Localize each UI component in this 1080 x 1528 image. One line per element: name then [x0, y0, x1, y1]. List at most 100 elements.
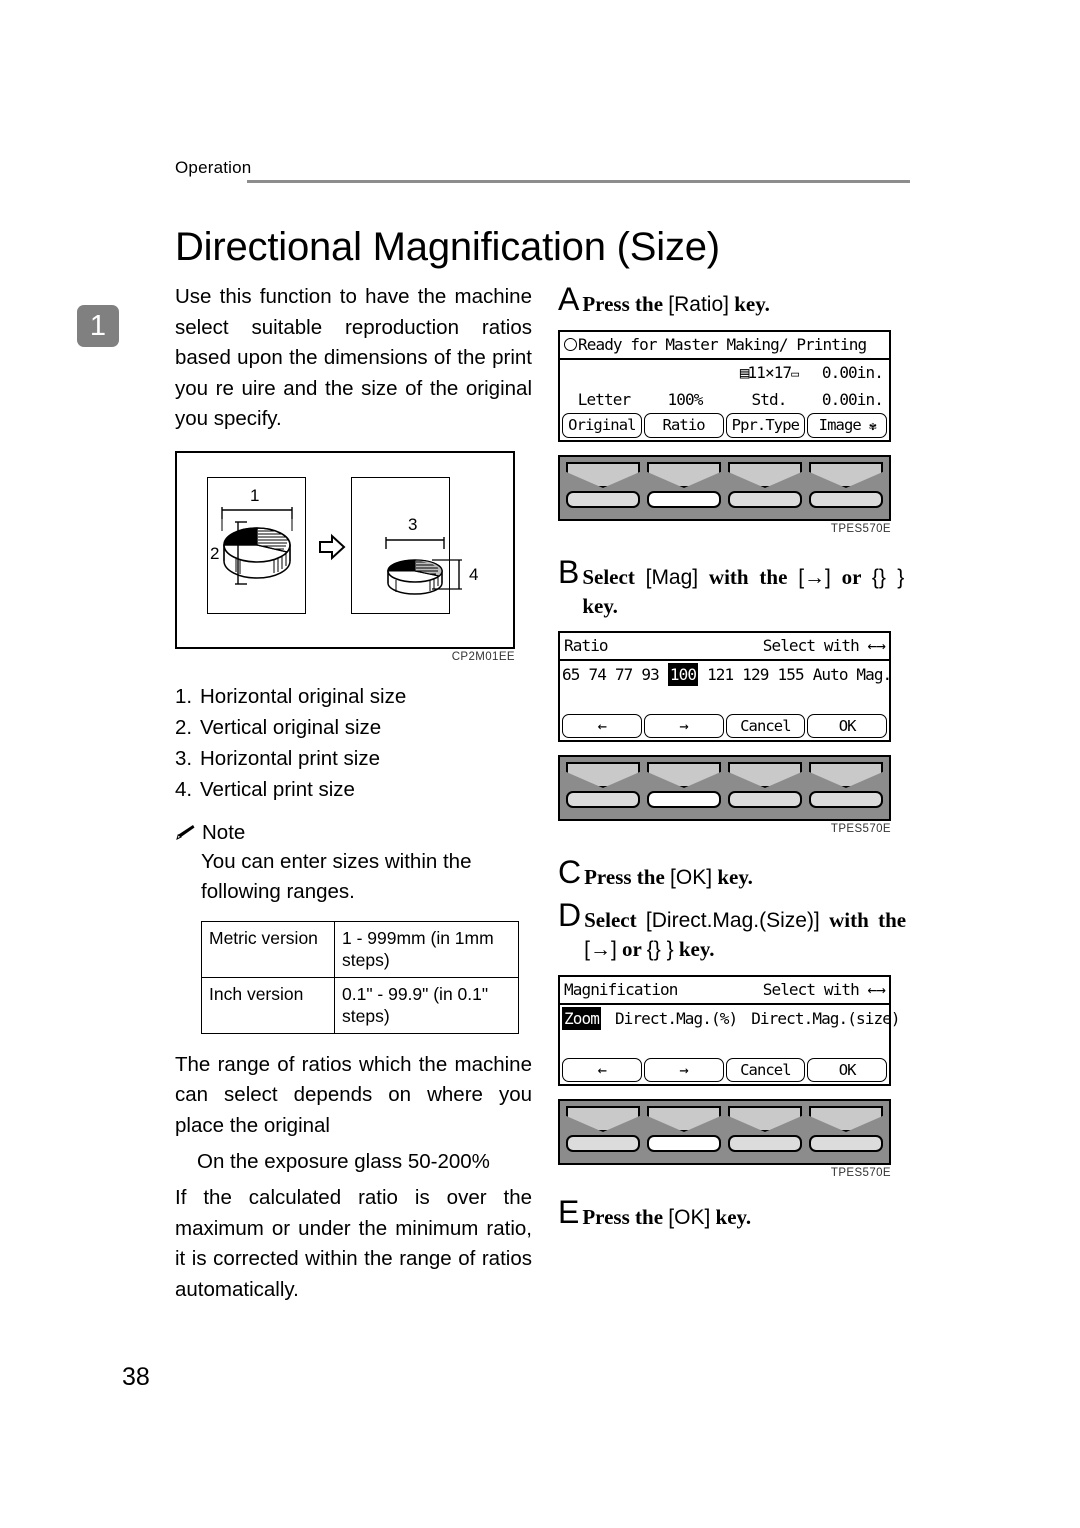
screen-d-caption: TPES570E: [830, 1167, 891, 1179]
hardware-key-4[interactable]: [808, 1106, 884, 1152]
hardware-key-1[interactable]: [565, 762, 641, 808]
hardware-button-active[interactable]: [647, 491, 721, 508]
left-column: Use this function to have the machine se…: [175, 282, 532, 1311]
note-label: Note: [202, 820, 246, 844]
ratio-option-129[interactable]: 129: [742, 663, 769, 686]
chevron-down-icon: [566, 462, 640, 488]
hardware-button[interactable]: [566, 791, 640, 808]
ratio-option-100-selected[interactable]: 100: [667, 663, 699, 686]
paragraph-corrected: If the calculated ratio is over the maxi…: [175, 1186, 532, 1301]
softkey-right-arrow[interactable]: →: [643, 1058, 724, 1082]
ratio-option-auto-mag[interactable]: Auto Mag.: [813, 663, 893, 686]
hardware-key-3[interactable]: [727, 462, 803, 508]
step-c-key: [OK]: [670, 866, 713, 889]
hardware-button[interactable]: [809, 791, 883, 808]
softkey-cancel[interactable]: Cancel: [725, 714, 806, 738]
chevron-down-icon: [809, 462, 883, 488]
lcd-magnification-title: Magnification: [564, 980, 678, 999]
step-e-instruction: Press the [OK] key.: [582, 1199, 751, 1232]
softkey-ok[interactable]: OK: [807, 714, 887, 738]
chevron-down-icon: [809, 1106, 883, 1132]
step-c-text-pre: Press the: [584, 865, 671, 889]
hardware-key-2[interactable]: [646, 762, 722, 808]
step-d: D Select [Direct.Mag.(Size)] with the [→…: [558, 899, 918, 964]
hardware-button[interactable]: [809, 1135, 883, 1152]
hardware-button[interactable]: [728, 1135, 802, 1152]
lcd-cell-r1c1: [560, 360, 648, 387]
magnification-option-direct-mag-size[interactable]: Direct.Mag.(size): [751, 1007, 900, 1030]
softkey-ok[interactable]: OK: [807, 1058, 887, 1082]
ratio-option-155[interactable]: 155: [777, 663, 804, 686]
intro-paragraph: Use this function to have the machine se…: [175, 285, 532, 430]
chevron-down-icon: [566, 762, 640, 788]
hardware-key-2[interactable]: [646, 1106, 722, 1152]
chevron-down-icon: [647, 462, 721, 488]
step-a: A Press the [Ratio] key.: [558, 281, 918, 319]
lcd-ratio-title: Ratio: [564, 636, 609, 655]
hardware-button[interactable]: [566, 491, 640, 508]
figure-graphics: [221, 506, 462, 595]
table-row: Inch version 0.1" - 99.9" (in 0.1" steps…: [201, 976, 519, 1034]
ratio-option-121[interactable]: 121: [707, 663, 734, 686]
softkey-ratio[interactable]: Ratio: [643, 413, 724, 438]
softkey-ppr-type[interactable]: Ppr.Type: [725, 413, 806, 438]
list-item: 4. Vertical print size: [175, 774, 532, 805]
hardware-key-1[interactable]: [565, 462, 641, 508]
softkey-cancel[interactable]: Cancel: [725, 1058, 806, 1082]
step-a-text-pre: Press the: [582, 292, 669, 316]
step-a-instruction: Press the [Ratio] key.: [582, 286, 769, 319]
chevron-down-icon: [647, 1106, 721, 1132]
list-item: 1. Horizontal original size: [175, 681, 532, 712]
figure-directional-magnification: 1 2 3 4: [175, 450, 515, 649]
lcd-cell-ratio-value: 100%: [667, 390, 704, 409]
softkey-image[interactable]: Image ✾: [807, 413, 887, 438]
chevron-down-icon: [728, 462, 802, 488]
figure-callout-2: 2: [210, 543, 220, 563]
hardware-key-3[interactable]: [727, 762, 803, 808]
step-d-key3: {} }: [646, 938, 674, 961]
softkey-left-arrow[interactable]: ←: [562, 714, 642, 738]
hardware-key-1[interactable]: [565, 1106, 641, 1152]
hardware-button-active[interactable]: [647, 1135, 721, 1152]
step-letter-a: A: [558, 281, 580, 317]
step-c-text-post: key.: [712, 865, 753, 889]
hardware-key-3[interactable]: [727, 1106, 803, 1152]
hardware-key-4[interactable]: [808, 762, 884, 808]
magnification-option-direct-mag-percent[interactable]: Direct.Mag.(%): [615, 1007, 738, 1030]
step-a-text-post: key.: [728, 292, 770, 316]
legend-number: 4.: [175, 777, 193, 801]
softkey-original[interactable]: Original: [562, 413, 642, 438]
lcd-softkey-row: Original Ratio Ppr.Type Image ✾: [560, 412, 889, 440]
hardware-button[interactable]: [566, 1135, 640, 1152]
lcd-status-row: Ready for Master Making/ Printing: [560, 332, 889, 358]
legend-label: Horizontal original size: [200, 684, 407, 708]
ratio-option-74[interactable]: 74: [588, 663, 606, 686]
ratio-option-65[interactable]: 65: [562, 663, 580, 686]
hardware-key-2[interactable]: [646, 462, 722, 508]
hardware-button[interactable]: [809, 491, 883, 508]
step-b: B Select [Mag] with the [→] or {} } key.: [558, 556, 918, 620]
screen-b-caption: TPES570E: [830, 823, 891, 835]
softkey-right-arrow[interactable]: →: [643, 714, 724, 738]
softkey-left-arrow[interactable]: ←: [562, 1058, 642, 1082]
list-item: 2. Vertical original size: [175, 712, 532, 743]
step-d-text-pre: Select: [584, 908, 646, 932]
hardware-button[interactable]: [728, 491, 802, 508]
step-e-text-post: key.: [710, 1205, 752, 1229]
magnification-option-list: Zoom Direct.Mag.(%) Direct.Mag.(size): [562, 1007, 901, 1030]
hardware-button-active[interactable]: [647, 791, 721, 808]
lcd-cell-r1c2: [648, 360, 722, 387]
ratio-option-93[interactable]: 93: [641, 663, 659, 686]
pencil-icon: [176, 825, 195, 840]
magnification-option-zoom-selected[interactable]: Zoom: [562, 1007, 601, 1030]
lcd-cell-r1c4: 0.00in.: [821, 363, 884, 382]
hardware-button[interactable]: [728, 791, 802, 808]
ratio-option-77[interactable]: 77: [615, 663, 633, 686]
hardware-key-4[interactable]: [808, 462, 884, 508]
table-cell-range: 0.1" - 99.9" (in 0.1" steps): [334, 976, 519, 1034]
note-body: You can enter sizes within the following…: [201, 849, 472, 903]
page-title: Directional Magnification (Size): [175, 224, 720, 269]
legend-number: 3.: [175, 746, 193, 770]
lcd-cell-original-size: Letter: [577, 390, 631, 409]
paragraph-exposure-glass: On the exposure glass 50-200%: [197, 1150, 490, 1173]
